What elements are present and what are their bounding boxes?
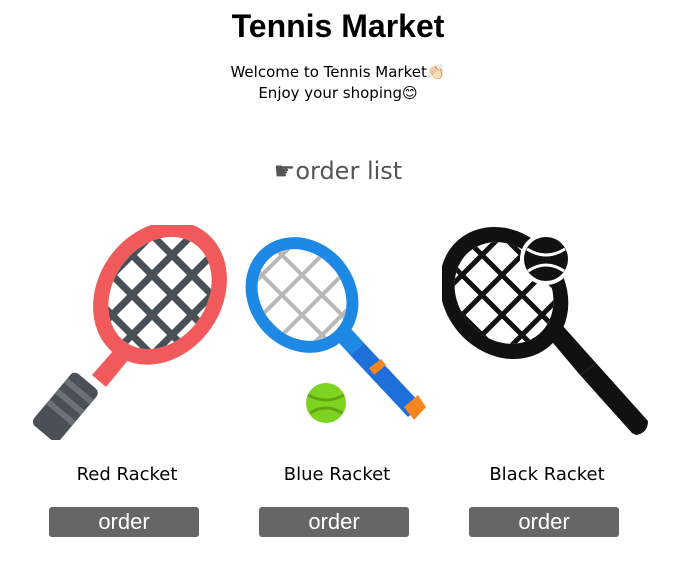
page-title: Tennis Market	[231, 8, 445, 44]
order-list-heading: ☛order list	[273, 157, 403, 185]
order-button-red-racket[interactable]: order	[49, 507, 199, 537]
blue-racket-with-ball-icon	[239, 231, 426, 423]
product-name: Blue Racket	[283, 464, 391, 485]
red-racket-icon	[32, 225, 232, 440]
welcome-line: Welcome to Tennis Market👏🏻	[230, 63, 446, 81]
welcome-message: Welcome to Tennis Market👏🏻 Enjoy your sh…	[0, 62, 676, 104]
black-racket-with-ball-icon	[442, 225, 648, 435]
shopping-line: Enjoy your shoping😊	[258, 84, 418, 102]
product-card-blue-racket: Blue Racket order	[232, 225, 442, 545]
product-name: Red Racket	[76, 464, 178, 485]
product-name: Black Racket	[489, 464, 605, 485]
order-button-black-racket[interactable]: order	[469, 507, 619, 537]
product-card-black-racket: Black Racket order	[442, 225, 652, 545]
product-card-red-racket: Red Racket order	[22, 225, 232, 545]
order-button-blue-racket[interactable]: order	[259, 507, 409, 537]
